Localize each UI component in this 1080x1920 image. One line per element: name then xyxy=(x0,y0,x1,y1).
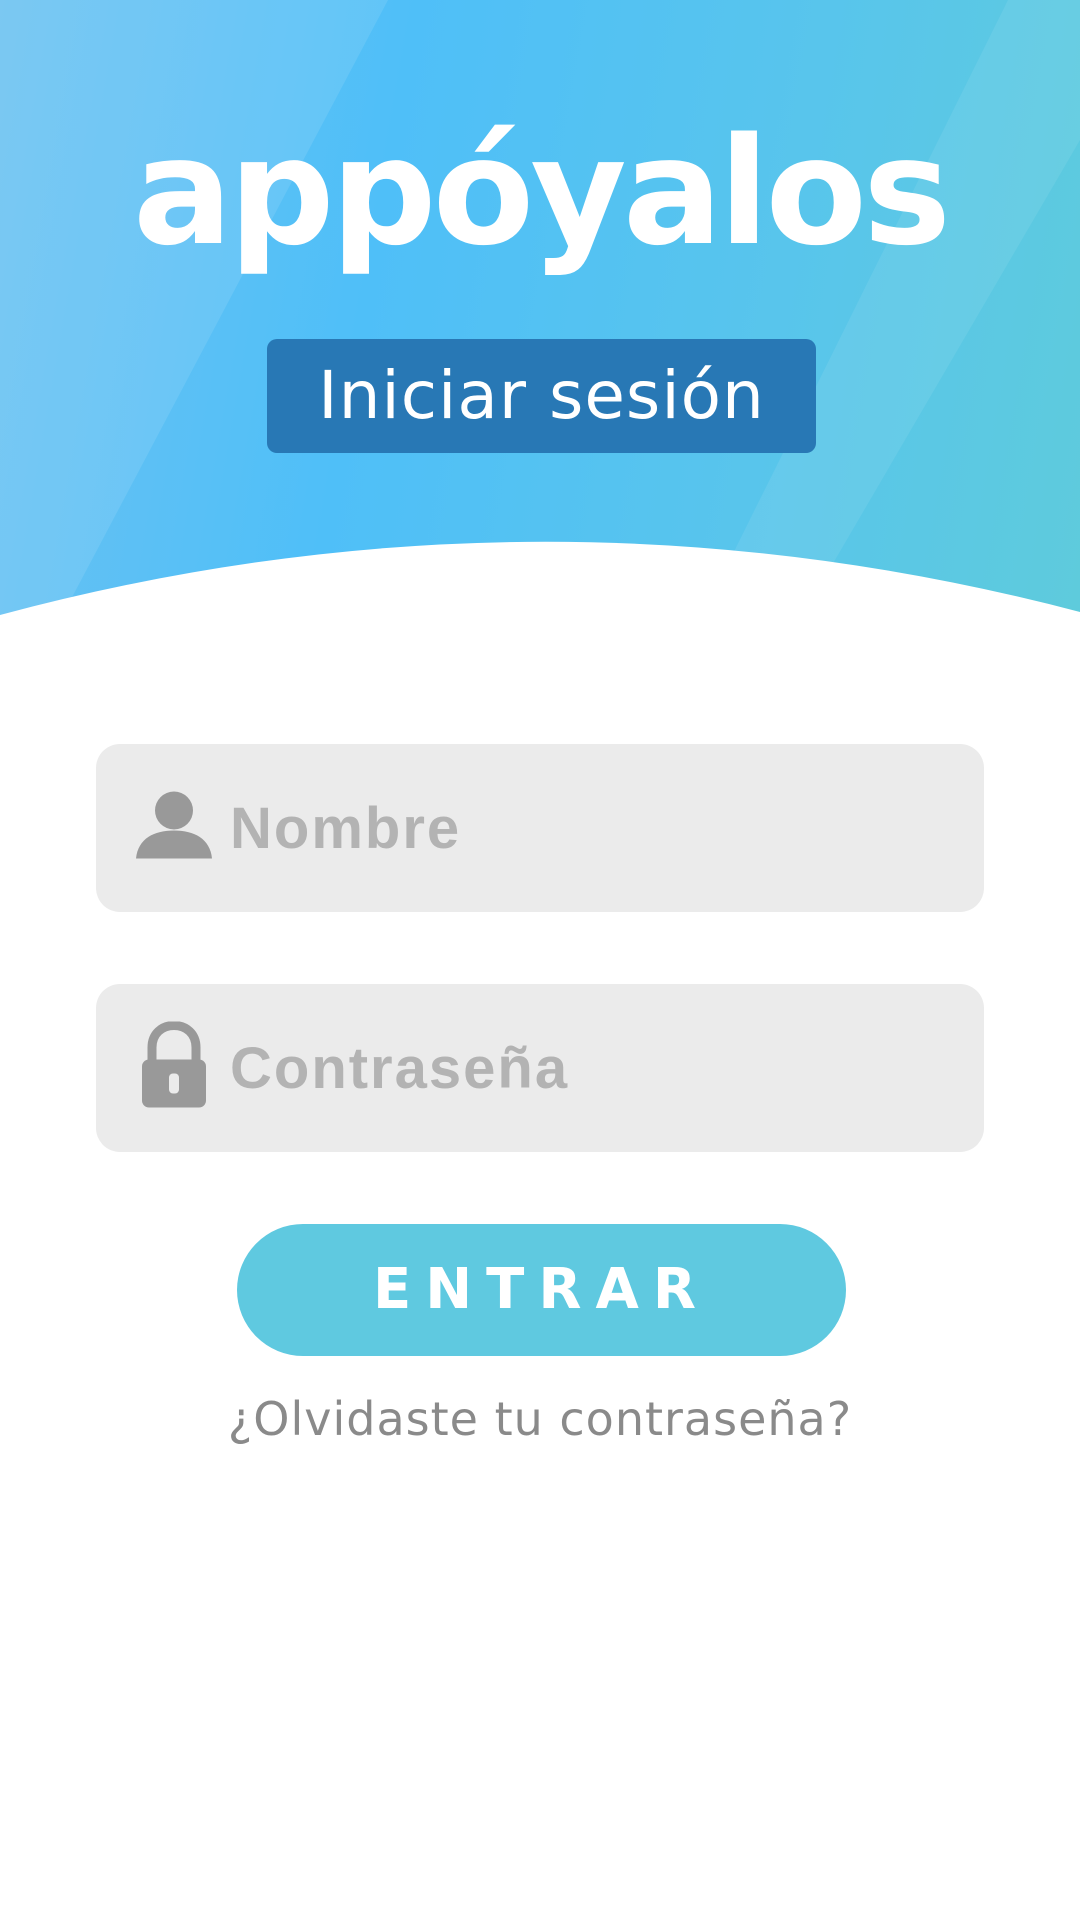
login-screen: appóyalos Iniciar sesión ENTRAR ¿Olvidas… xyxy=(0,0,1080,1920)
header-banner: appóyalos Iniciar sesión xyxy=(0,0,1080,620)
username-input[interactable] xyxy=(230,744,950,912)
app-logo: appóyalos xyxy=(132,106,951,278)
password-field[interactable] xyxy=(96,984,984,1152)
page-title: Iniciar sesión xyxy=(267,339,816,453)
forgot-password-link[interactable]: ¿Olvidaste tu contraseña? xyxy=(0,1392,1080,1446)
lock-icon xyxy=(134,1020,214,1115)
username-field[interactable] xyxy=(96,744,984,912)
password-input[interactable] xyxy=(230,984,950,1152)
login-button[interactable]: ENTRAR xyxy=(237,1224,846,1356)
user-icon xyxy=(134,791,214,866)
header-curve-divider xyxy=(0,541,1080,620)
